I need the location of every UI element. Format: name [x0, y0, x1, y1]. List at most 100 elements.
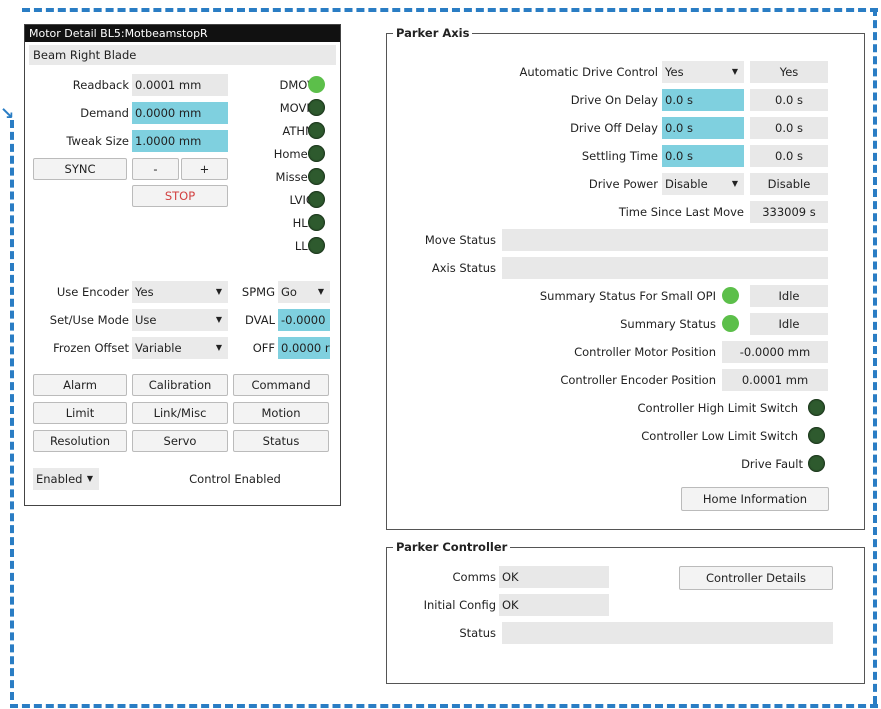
- frozen-offset-value: Variable: [135, 341, 182, 355]
- status-button[interactable]: Status: [233, 430, 329, 452]
- chevron-down-icon: ▼: [215, 343, 222, 352]
- tweak-plus-button[interactable]: +: [181, 158, 228, 180]
- alarm-button[interactable]: Alarm: [33, 374, 127, 396]
- enable-value: Enabled: [36, 472, 83, 486]
- controller-details-button[interactable]: Controller Details: [679, 566, 833, 590]
- move-status-label: Move Status: [424, 233, 496, 247]
- outline-bottom: [10, 704, 878, 708]
- drive-fault-led-icon: [808, 455, 825, 472]
- athm-label: ATHM: [282, 124, 315, 138]
- controller-status-label: Status: [459, 626, 496, 640]
- summary-status-label: Summary Status: [620, 317, 716, 331]
- high-limit-led-icon: [808, 399, 825, 416]
- auto-drive-readback: Yes: [750, 61, 828, 83]
- encoder-position-label: Controller Encoder Position: [560, 373, 716, 387]
- sync-button[interactable]: SYNC: [33, 158, 127, 180]
- settling-time-input[interactable]: 0.0 s: [662, 145, 744, 167]
- motor-panel-title: Motor Detail BL5:MotbeamstopR: [25, 25, 340, 42]
- settling-time-label: Settling Time: [581, 149, 658, 163]
- control-status-text: Control Enabled: [189, 472, 281, 486]
- summary-small-opi-value: Idle: [750, 285, 828, 307]
- spmg-value: Go: [281, 285, 297, 299]
- high-limit-label: Controller High Limit Switch: [637, 401, 799, 415]
- parker-controller-title: Parker Controller: [393, 540, 511, 554]
- use-encoder-label: Use Encoder: [56, 285, 129, 299]
- use-encoder-value: Yes: [135, 285, 154, 299]
- auto-drive-label: Automatic Drive Control: [519, 65, 658, 79]
- stop-button[interactable]: STOP: [132, 185, 228, 207]
- chevron-down-icon: ▼: [731, 179, 738, 188]
- limit-button[interactable]: Limit: [33, 402, 127, 424]
- axis-status-value: [502, 257, 828, 279]
- hls-label: HLS: [292, 216, 315, 230]
- drive-off-delay-input[interactable]: 0.0 s: [662, 117, 744, 139]
- link-misc-button[interactable]: Link/Misc: [132, 402, 228, 424]
- missed-label: Missed: [275, 170, 315, 184]
- motor-position-value: -0.0000 mm: [722, 341, 828, 363]
- outline-left: [10, 120, 14, 700]
- drive-on-delay-input[interactable]: 0.0 s: [662, 89, 744, 111]
- outline-right: [873, 8, 877, 704]
- lls-led-icon: [308, 237, 325, 254]
- off-label: OFF: [252, 341, 275, 355]
- drive-power-select[interactable]: Disable ▼: [662, 173, 744, 195]
- tweak-size-label: Tweak Size: [66, 134, 129, 148]
- off-input[interactable]: 0.0000 r: [278, 337, 330, 359]
- summary-status-led-icon: [722, 315, 739, 332]
- movn-label: MOVN: [279, 101, 315, 115]
- axis-status-label: Axis Status: [431, 261, 496, 275]
- movn-led-icon: [308, 99, 325, 116]
- spmg-label: SPMG: [241, 285, 275, 299]
- dval-input[interactable]: -0.0000: [278, 309, 330, 331]
- parker-axis-title: Parker Axis: [393, 26, 473, 40]
- summary-small-opi-label: Summary Status For Small OPI: [539, 289, 716, 303]
- drive-power-value: Disable: [665, 177, 708, 191]
- demand-label: Demand: [80, 106, 129, 120]
- comms-value: OK: [499, 566, 609, 588]
- dmov-label: DMOV: [279, 78, 316, 92]
- frozen-offset-select[interactable]: Variable ▼: [132, 337, 228, 359]
- set-use-mode-label: Set/Use Mode: [49, 313, 129, 327]
- homed-label: Homed: [273, 147, 315, 161]
- drive-on-delay-label: Drive On Delay: [570, 93, 658, 107]
- demand-input[interactable]: 0.0000 mm: [132, 102, 228, 124]
- lvio-led-icon: [308, 191, 325, 208]
- enable-select[interactable]: Enabled ▼: [33, 468, 99, 490]
- drive-power-label: Drive Power: [588, 177, 658, 191]
- tweak-minus-button[interactable]: -: [132, 158, 179, 180]
- spmg-select[interactable]: Go ▼: [278, 281, 330, 303]
- chevron-down-icon: ▼: [215, 315, 222, 324]
- comms-label: Comms: [452, 570, 496, 584]
- calibration-button[interactable]: Calibration: [132, 374, 228, 396]
- use-encoder-select[interactable]: Yes ▼: [132, 281, 228, 303]
- summary-status-value: Idle: [750, 313, 828, 335]
- lvio-label: LVIO: [289, 193, 315, 207]
- motor-panel-subtitle: Beam Right Blade: [29, 45, 336, 65]
- auto-drive-value: Yes: [665, 65, 684, 79]
- command-button[interactable]: Command: [233, 374, 329, 396]
- chevron-down-icon: ▼: [731, 67, 738, 76]
- tweak-size-input[interactable]: 1.0000 mm: [132, 130, 228, 152]
- outline-top: [22, 8, 878, 12]
- hls-led-icon: [308, 214, 325, 231]
- readback-value: 0.0001 mm: [132, 74, 228, 96]
- lls-label: LLS: [294, 239, 315, 253]
- low-limit-label: Controller Low Limit Switch: [641, 429, 798, 443]
- missed-led-icon: [308, 168, 325, 185]
- drive-off-delay-readback: 0.0 s: [750, 117, 828, 139]
- home-information-button[interactable]: Home Information: [681, 487, 829, 511]
- set-use-mode-value: Use: [135, 313, 157, 327]
- motion-button[interactable]: Motion: [233, 402, 329, 424]
- auto-drive-select[interactable]: Yes ▼: [662, 61, 744, 83]
- drive-off-delay-label: Drive Off Delay: [570, 121, 658, 135]
- resolution-button[interactable]: Resolution: [33, 430, 127, 452]
- encoder-position-value: 0.0001 mm: [722, 369, 828, 391]
- settling-time-readback: 0.0 s: [750, 145, 828, 167]
- servo-button[interactable]: Servo: [132, 430, 228, 452]
- drive-on-delay-readback: 0.0 s: [750, 89, 828, 111]
- set-use-mode-select[interactable]: Use ▼: [132, 309, 228, 331]
- frozen-offset-label: Frozen Offset: [53, 341, 129, 355]
- motor-position-label: Controller Motor Position: [574, 345, 716, 359]
- low-limit-led-icon: [808, 427, 825, 444]
- initial-config-label: Initial Config: [423, 598, 496, 612]
